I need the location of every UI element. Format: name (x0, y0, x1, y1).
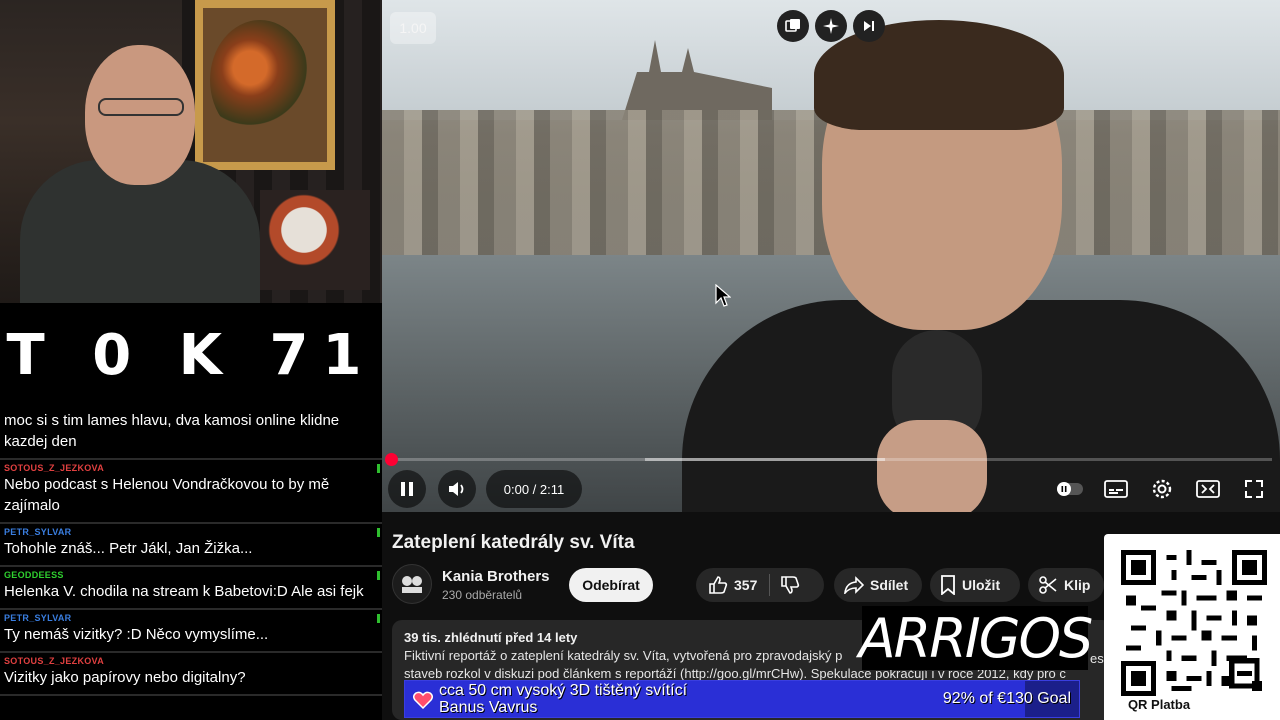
save-button[interactable]: Uložit (930, 568, 1020, 602)
channel-avatar[interactable] (392, 564, 432, 604)
description-text-tail: es (1090, 651, 1104, 666)
fullscreen-icon[interactable] (1240, 472, 1268, 506)
playback-speed-badge[interactable]: 1.00 (390, 12, 436, 44)
chat-username: PETR_SYLVAR (4, 527, 72, 537)
chat-indicator (377, 614, 380, 623)
video-player[interactable]: 1.00 0:00 / 2:11 (382, 0, 1280, 512)
like-count[interactable]: 357 (734, 577, 757, 593)
qr-payment-panel: QR Platba (1104, 534, 1280, 720)
thumbs-down-icon[interactable] (780, 575, 800, 595)
counter-overlay: T 0 K 71 (6, 323, 376, 388)
subscriber-count: 230 odběratelů (442, 588, 523, 602)
miniplayer-icon[interactable] (777, 10, 809, 42)
settings-gear-icon[interactable] (1148, 472, 1176, 506)
share-button[interactable]: Sdílet (834, 568, 922, 602)
chat-indicator (377, 528, 380, 537)
chat-message-text: Helenka V. chodila na stream k Babetovi:… (4, 583, 364, 600)
subscribe-button[interactable]: Odebírat (569, 568, 653, 602)
skip-next-icon[interactable] (853, 10, 885, 42)
chat-username: GEODDEESS (4, 570, 64, 580)
chat-message: moc si s tim lames hlavu, dva kamosi onl… (0, 408, 382, 460)
qr-label: QR Platba (1127, 697, 1191, 712)
chat-message: SOTOUS_Z_JEZKOVA Nebo podcast s Helenou … (0, 460, 382, 524)
goal-text: cca 50 cm vysoký 3D tištěný svítící Banu… (439, 682, 687, 716)
buffered-segment (645, 458, 885, 461)
chat-message: GEODDEESS Helenka V. chodila na stream k… (0, 567, 382, 610)
chat-message: PETR_SYLVAR Tohohle znáš... Petr Jákl, J… (0, 524, 382, 567)
stream-layout: T 0 K 71 moc si s tim lames hlavu, dva k… (0, 0, 1280, 720)
donation-goal-bar: cca 50 cm vysoký 3D tištěný svítící Banu… (404, 680, 1080, 718)
thumbs-up-icon[interactable] (708, 575, 728, 595)
mouse-cursor-icon (715, 284, 731, 307)
chat-message-text: Vizitky jako papírovy nebo digitalny? (4, 669, 246, 686)
goal-text-line2: Banus Vavrus (439, 699, 538, 716)
volume-button[interactable] (438, 470, 476, 508)
chat-username: PETR_SYLVAR (4, 613, 72, 623)
player-top-icons (777, 10, 885, 42)
progress-scrubber[interactable] (385, 453, 398, 466)
chat-username: SOTOUS_Z_JEZKOVA (4, 656, 104, 666)
progress-bar[interactable] (385, 453, 1272, 466)
heart-icon (413, 691, 433, 709)
share-label: Sdílet (870, 577, 909, 593)
chat-message-text: Ty nemáš vizitky? :D Něco vymyslíme... (4, 626, 269, 643)
goal-percent: 92% of €130 Goal (942, 690, 1071, 707)
pause-button[interactable] (388, 470, 426, 508)
player-right-controls (1056, 472, 1268, 506)
autoplay-toggle[interactable] (1056, 472, 1084, 506)
subtitles-icon[interactable] (1102, 472, 1130, 506)
save-label: Uložit (962, 577, 1001, 593)
goal-text-line1: cca 50 cm vysoký 3D tištěný svítící (439, 682, 688, 699)
share-icon (844, 576, 864, 594)
chat-message: PETR_SYLVAR Ty nemáš vizitky? :D Něco vy… (0, 610, 382, 653)
chat-panel: moc si s tim lames hlavu, dva kamosi onl… (0, 408, 382, 720)
chat-username: SOTOUS_Z_JEZKOVA (4, 463, 104, 473)
chat-message-text: Tohohle znáš... Petr Jákl, Jan Žižka... (4, 540, 253, 557)
chat-indicator (377, 464, 380, 473)
chat-message: SOTOUS_Z_JEZKOVA Vizitky jako papírovy n… (0, 653, 382, 696)
chat-indicator (377, 571, 380, 580)
channel-name[interactable]: Kania Brothers (442, 568, 550, 585)
bookmark-icon (941, 575, 955, 595)
like-dislike-group: 357 (696, 568, 824, 602)
theater-mode-icon[interactable] (1194, 472, 1222, 506)
clip-button[interactable]: Klip (1028, 568, 1104, 602)
webcam-feed (0, 0, 382, 303)
chat-message-text: Nebo podcast s Helenou Vondračkovou to b… (4, 476, 330, 514)
brand-logo: ARRIGOS (858, 606, 1093, 670)
video-title: Zateplení katedrály sv. Víta (392, 532, 635, 553)
scissors-icon (1039, 576, 1057, 594)
clip-label: Klip (1064, 577, 1091, 593)
stream-sidebar: T 0 K 71 moc si s tim lames hlavu, dva k… (0, 0, 382, 720)
ai-sparkle-icon[interactable] (815, 10, 847, 42)
qr-code (1121, 550, 1267, 696)
time-display: 0:00 / 2:11 (486, 470, 582, 508)
chat-message-text: moc si s tim lames hlavu, dva kamosi onl… (4, 412, 340, 450)
